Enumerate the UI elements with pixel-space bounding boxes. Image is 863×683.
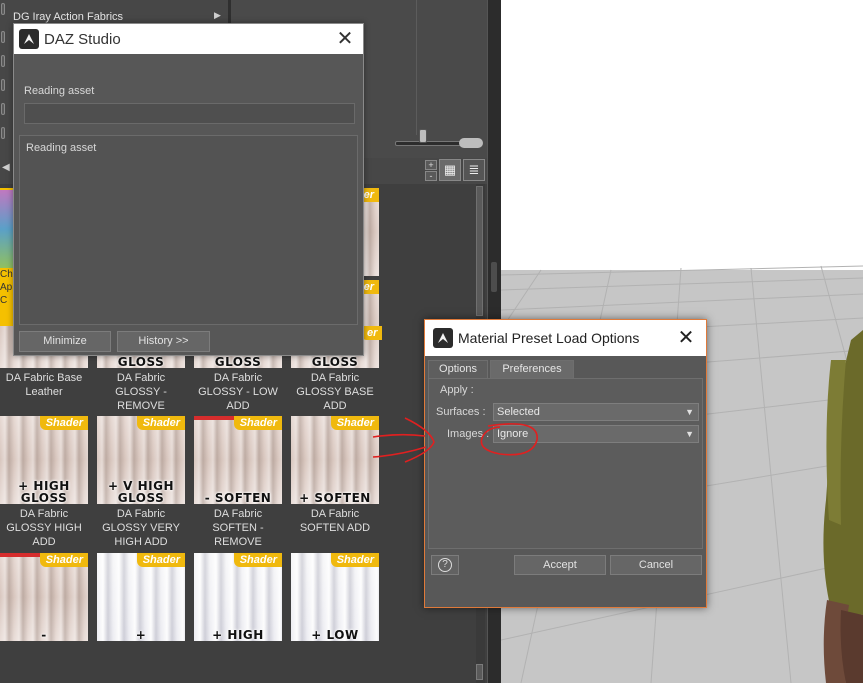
apply-label: Apply : <box>440 384 474 396</box>
product-label: DA Fabric GLOSSY HIGH ADD <box>6 508 82 548</box>
product-label: DA Fabric SOFTEN - REMOVE <box>212 508 264 548</box>
shader-badge: Shader <box>136 416 185 430</box>
progress-dialog: DAZ Studio ✕ Reading asset Reading asset… <box>13 23 364 356</box>
history-log: Reading asset <box>19 135 358 325</box>
separator-line <box>416 0 417 135</box>
scroll-knob[interactable] <box>476 664 483 680</box>
product-thumbnail[interactable]: Shader + V HIGH GLOSS <box>97 416 185 504</box>
handle-icon[interactable] <box>1 31 5 43</box>
grid-view-icon[interactable]: ▦ <box>439 159 461 181</box>
scrollbar-thumb[interactable] <box>476 186 483 316</box>
product-tile[interactable]: Shader + SOFTEN DA Fabric SOFTEN ADD <box>291 416 379 535</box>
help-icon: ? <box>438 558 452 572</box>
tab-preferences[interactable]: Preferences <box>490 360 574 379</box>
dialog-title: Material Preset Load Options <box>458 330 640 346</box>
help-button[interactable]: ? <box>431 555 459 575</box>
status-text: Reading asset <box>24 85 95 97</box>
product-tile[interactable]: Shader + HIGH GLOSS DA Fabric GLOSSY HIGH … <box>0 416 88 549</box>
history-button[interactable]: History >> <box>117 331 210 352</box>
product-label: DA Fabric GLOSSY BASE ADD <box>296 372 374 412</box>
shader-badge: Shader <box>233 416 282 430</box>
product-tile[interactable]: Shader + LOW <box>291 553 379 641</box>
shader-badge: Shader <box>330 553 379 567</box>
handle-icon[interactable] <box>1 103 5 115</box>
handle-icon[interactable] <box>1 79 5 91</box>
product-tile[interactable]: Shader + <box>97 553 185 641</box>
list-view-icon[interactable]: ≣ <box>463 159 485 181</box>
product-thumbnail[interactable]: Shader + HIGH <box>194 553 282 641</box>
product-label: DA Fabric SOFTEN ADD <box>299 508 371 534</box>
product-label: DA Fabric Base Leather <box>5 372 83 398</box>
product-thumbnail[interactable]: Shader - <box>0 553 88 641</box>
surfaces-label: Surfaces : <box>436 406 486 418</box>
handle-icon[interactable] <box>1 127 5 139</box>
shader-badge: Shader <box>39 553 88 567</box>
shader-badge: Shader <box>233 553 282 567</box>
options-panel: Apply : Surfaces : Selected ▼ Images : I… <box>428 378 703 549</box>
dialog-titlebar[interactable]: DAZ Studio ✕ <box>14 24 363 54</box>
thumbnail-caption: + HIGH <box>212 628 264 641</box>
chevron-down-icon: ▼ <box>685 407 694 417</box>
slider-end-knobs[interactable] <box>459 138 483 148</box>
surfaces-select[interactable]: Selected ▼ <box>493 403 699 421</box>
product-tile[interactable]: Shader + HIGH <box>194 553 282 641</box>
close-icon[interactable]: ✕ <box>675 327 697 349</box>
product-thumbnail[interactable]: Shader + LOW <box>291 553 379 641</box>
progress-bar <box>24 103 355 124</box>
partial-product-label: Ch Ap C <box>0 269 13 306</box>
shader-badge: Shader <box>330 416 379 430</box>
tab-options[interactable]: Options <box>428 360 488 379</box>
thumbnail-caption: + V HIGH GLOSS <box>107 479 175 504</box>
arrow-left-icon[interactable]: ◀ <box>2 162 10 173</box>
shader-badge: Shader <box>136 553 185 567</box>
thumbnail-caption: - <box>41 628 47 641</box>
handle-icon[interactable] <box>1 3 5 15</box>
daz-logo-icon <box>433 328 453 348</box>
thumbnail-caption: + LOW <box>311 628 359 641</box>
thumbnail-caption: - SOFTEN <box>204 491 272 504</box>
product-thumbnail[interactable]: Shader + <box>97 553 185 641</box>
images-label: Images : <box>447 428 490 440</box>
shader-badge: er <box>361 326 383 340</box>
product-label: DA Fabric GLOSSY VERY HIGH ADD <box>102 508 180 548</box>
category-label: DG Iray Action Fabrics <box>13 11 124 23</box>
dialog-title: DAZ Studio <box>44 31 121 48</box>
product-label: DA Fabric GLOSSY - REMOVE <box>115 372 167 412</box>
thumbnail-caption: + HIGH GLOSS <box>18 479 70 504</box>
product-thumbnail[interactable]: Shader + SOFTEN <box>291 416 379 504</box>
daz-logo-icon <box>19 29 39 49</box>
product-label: DA Fabric GLOSSY - LOW ADD <box>198 372 278 412</box>
dialog-titlebar[interactable]: Material Preset Load Options ✕ <box>425 320 706 356</box>
product-tile[interactable]: Shader + V HIGH GLOSS DA Fabric GLOSSY VER… <box>97 416 185 549</box>
close-icon[interactable]: ✕ <box>334 28 356 50</box>
accept-button[interactable]: Accept <box>514 555 606 575</box>
minimize-button[interactable]: Minimize <box>19 331 111 352</box>
product-tile[interactable]: Shader - <box>0 553 88 641</box>
images-value: Ignore <box>497 428 529 440</box>
chevron-right-icon: ▶ <box>214 10 221 20</box>
log-line: Reading asset <box>26 142 97 154</box>
images-select[interactable]: Ignore ▼ <box>493 425 699 443</box>
splitter-grip[interactable] <box>491 262 497 292</box>
zoom-in-button[interactable]: + <box>425 160 437 170</box>
thumbnail-caption: + <box>135 628 147 641</box>
chevron-down-icon: ▼ <box>685 429 694 439</box>
surfaces-value: Selected <box>497 406 540 418</box>
product-tile[interactable]: Shader - SOFTEN DA Fabric SOFTEN - REMOVE <box>194 416 282 549</box>
slider-thumb[interactable] <box>419 129 427 143</box>
partial-product-thumbnail <box>0 190 14 268</box>
product-thumbnail[interactable]: Shader + HIGH GLOSS <box>0 416 88 504</box>
shader-badge: Shader <box>39 416 88 430</box>
product-thumbnail[interactable]: Shader - SOFTEN <box>194 416 282 504</box>
zoom-out-button[interactable]: - <box>425 171 437 181</box>
thumbnail-caption: + SOFTEN <box>299 491 371 504</box>
cancel-button[interactable]: Cancel <box>610 555 702 575</box>
new-indicator-bar <box>0 553 40 557</box>
new-indicator-bar <box>194 416 234 420</box>
handle-icon[interactable] <box>1 55 5 67</box>
material-preset-dialog: Material Preset Load Options ✕ Options P… <box>424 319 707 608</box>
